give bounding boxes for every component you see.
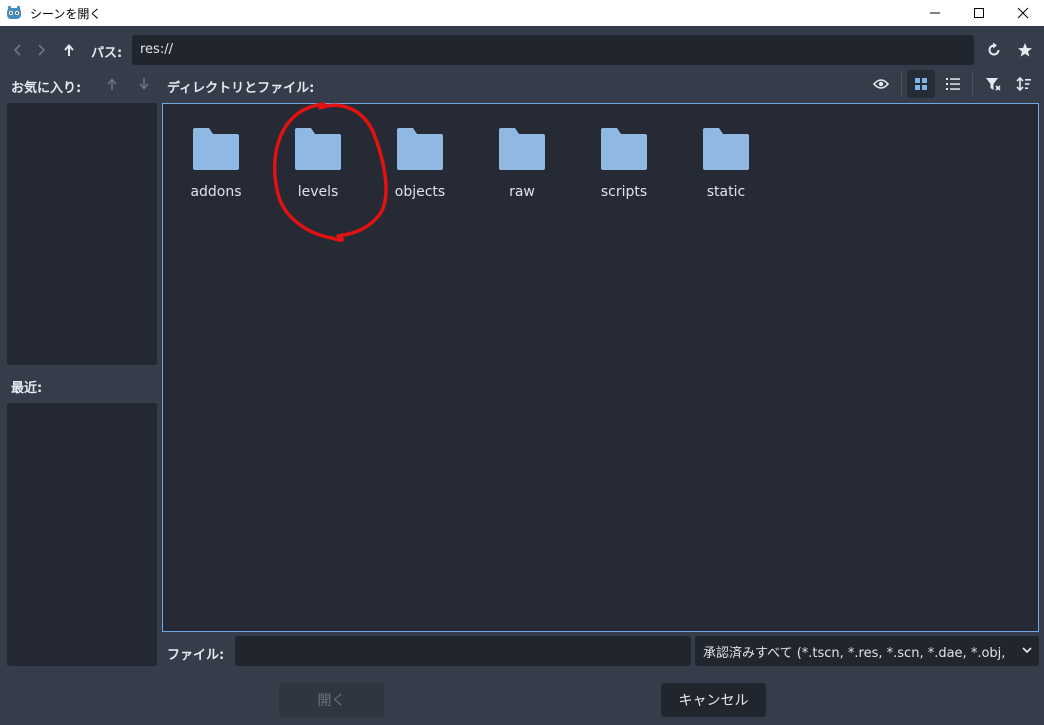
cancel-button[interactable]: キャンセル	[661, 683, 766, 717]
move-up-icon	[107, 78, 117, 90]
folder-name: static	[706, 184, 746, 200]
open-button[interactable]: 開く	[279, 683, 384, 717]
sort-icon	[1016, 76, 1031, 92]
star-icon	[1018, 43, 1032, 57]
favorites-label: お気に入り:	[11, 81, 82, 96]
folder-item-raw[interactable]: raw	[472, 126, 572, 200]
folder-icon	[703, 128, 749, 170]
file-type-select[interactable]: 承認済みすべて (*.tscn, *.res, *.scn, *.dae, *.…	[695, 636, 1039, 666]
file-type-value: 承認済みすべて (*.tscn, *.res, *.scn, *.dae, *.…	[703, 645, 1006, 661]
list-view-button[interactable]	[940, 71, 966, 97]
file-name-input[interactable]	[235, 636, 691, 666]
file-label: ファイル:	[167, 648, 225, 663]
folder-icon	[193, 128, 239, 170]
chevron-down-icon	[1022, 647, 1032, 654]
folder-name: levels	[297, 184, 339, 200]
recent-label: 最近:	[11, 381, 43, 396]
window-title: シーンを開く	[30, 6, 102, 21]
move-down-icon	[139, 78, 149, 90]
path-input[interactable]: res://	[132, 35, 974, 65]
up-icon	[64, 43, 74, 56]
go-up-button[interactable]	[56, 37, 82, 63]
sort-button[interactable]	[1011, 71, 1037, 97]
folder-icon	[397, 128, 443, 170]
folder-item-scripts[interactable]: scripts	[574, 126, 674, 200]
folder-name: addons	[190, 184, 242, 200]
recent-list[interactable]	[7, 403, 157, 666]
eye-icon	[873, 79, 889, 89]
favorite-button[interactable]	[1012, 37, 1038, 63]
folder-item-addons[interactable]: addons	[166, 126, 266, 200]
move-favorite-down-button[interactable]	[131, 71, 157, 97]
move-favorite-up-button[interactable]	[99, 71, 125, 97]
maximize-icon	[974, 8, 984, 18]
folder-item-static[interactable]: static	[676, 126, 776, 200]
toolbar-separator	[972, 72, 973, 97]
path-label: パス:	[91, 46, 123, 61]
folder-name: scripts	[600, 184, 648, 200]
list-view-icon	[946, 78, 960, 90]
minimize-icon	[930, 12, 940, 14]
folder-icon	[601, 128, 647, 170]
folder-icon	[295, 128, 341, 170]
minimize-button[interactable]	[912, 0, 958, 26]
close-icon	[1017, 7, 1029, 19]
maximize-button[interactable]	[956, 0, 1002, 26]
forward-button[interactable]	[28, 37, 54, 63]
grid-view-button[interactable]	[907, 70, 935, 98]
folder-item-objects[interactable]: objects	[370, 126, 470, 200]
filter-icon	[986, 78, 1001, 91]
refresh-icon	[988, 42, 1000, 56]
favorites-list[interactable]	[7, 103, 157, 365]
file-grid[interactable]: addons levels objects raw scripts static	[162, 103, 1039, 632]
back-icon	[13, 44, 21, 56]
forward-icon	[38, 44, 46, 56]
toggle-hidden-button[interactable]	[868, 71, 894, 97]
folder-name: raw	[509, 184, 535, 200]
close-button[interactable]	[1000, 0, 1044, 26]
refresh-button[interactable]	[981, 37, 1007, 63]
godot-logo-icon	[7, 6, 21, 19]
toolbar-separator	[901, 72, 902, 97]
files-label: ディレクトリとファイル:	[167, 81, 315, 96]
folder-icon	[499, 128, 545, 170]
folder-name: objects	[394, 184, 446, 200]
grid-view-icon	[915, 78, 927, 90]
folder-item-levels[interactable]: levels	[268, 126, 368, 200]
title-bar: シーンを開く	[0, 0, 1044, 26]
filter-button[interactable]	[980, 71, 1006, 97]
